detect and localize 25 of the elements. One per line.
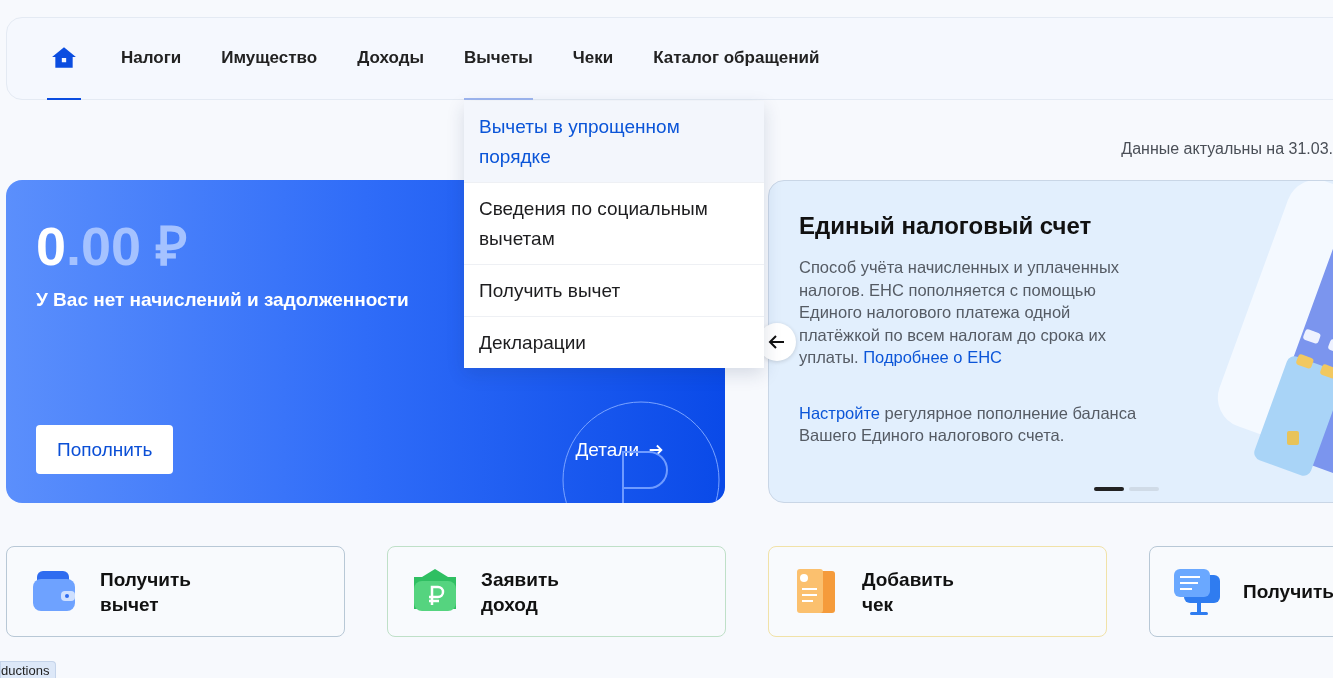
- action-card[interactable]: Получить: [1149, 546, 1333, 637]
- ens-setup-text: Настройте регулярное пополнение баланса Вашего Единого налогового счета.: [799, 402, 1138, 446]
- action-card[interactable]: Добавить чек: [768, 546, 1107, 637]
- top-up-button[interactable]: Пополнить: [36, 425, 174, 474]
- nav-tab[interactable]: Доходы: [357, 18, 424, 100]
- ens-description: Способ учёта начисленных и уплаченных налогов. ЕНС пополняется с помощью Единого налогового платежа одной платёжкой по всем налогам до срока их уплаты. Подробнее о ЕНС: [799, 257, 1121, 368]
- nav-tab[interactable]: Каталог обращений: [653, 18, 820, 100]
- ens-title: Единый налоговый счет: [799, 212, 1093, 240]
- menu-item[interactable]: Сведения по социальным вычетам: [464, 182, 764, 264]
- balance-amount-decimals: .00 ₽: [66, 215, 188, 277]
- menu-item[interactable]: Получить вычет: [464, 264, 764, 316]
- tooltip: ductions: [0, 661, 57, 678]
- menu-item[interactable]: Вычеты в упрощенном порядке: [464, 101, 764, 182]
- balance-status: У Вас нет начислений и задолженности: [36, 289, 409, 311]
- home-icon: [50, 45, 78, 71]
- action-card[interactable]: Получить вычет: [6, 546, 345, 637]
- ens-more-link[interactable]: Подробнее о ЕНС: [863, 348, 1002, 366]
- action-card[interactable]: Заявить доход: [387, 546, 726, 637]
- nav-tab[interactable]: Чеки: [572, 18, 614, 100]
- nav-tab[interactable]: Имущество: [221, 18, 318, 100]
- balance-amount: 0: [36, 215, 67, 277]
- setup-link[interactable]: Настройте: [799, 403, 881, 422]
- data-date-text: Данные актуальны на 31.03.: [1120, 140, 1333, 158]
- menu-item[interactable]: Декларации: [464, 316, 764, 368]
- nav-tab[interactable]: Налоги: [121, 18, 182, 100]
